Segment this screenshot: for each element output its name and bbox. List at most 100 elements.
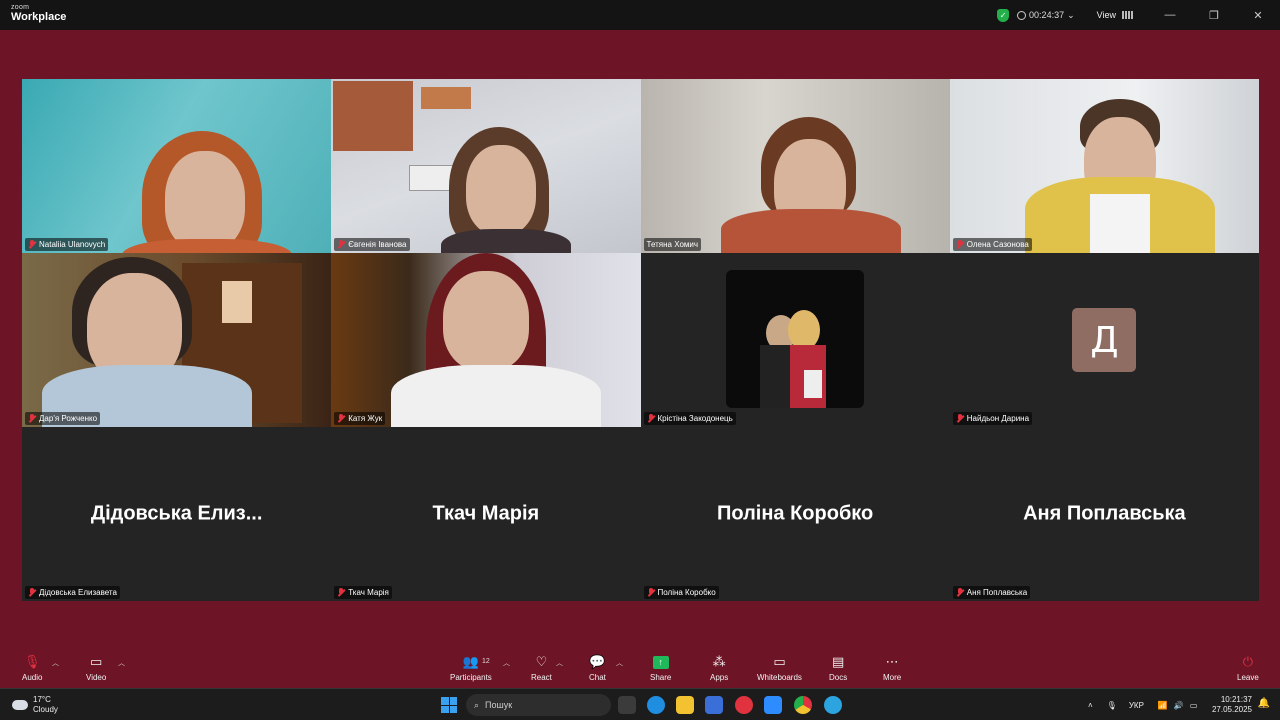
task-view-icon[interactable]: [618, 696, 636, 714]
microsoft-store-icon[interactable]: [705, 696, 723, 714]
video-gallery: Nataliia Ulanovych Євгенія Іванова Тетян…: [22, 79, 1259, 601]
search-placeholder: Пошук: [485, 700, 513, 710]
file-explorer-icon[interactable]: [676, 696, 694, 714]
participant-tile[interactable]: Поліна Коробко Поліна Коробко: [640, 427, 950, 601]
participant-name: Ткач Марія: [348, 588, 389, 597]
view-label: View: [1096, 10, 1116, 20]
muted-mic-icon: 🎙: [23, 654, 41, 669]
apps-label: Apps: [710, 673, 729, 682]
participant-tile[interactable]: Nataliia Ulanovych: [22, 79, 332, 253]
participant-display-name: Поліна Коробко: [716, 502, 874, 525]
participant-nameplate: Дідовська Елизавета: [25, 586, 120, 599]
logo-main-text: Workplace: [11, 11, 67, 23]
whiteboard-icon: ▭: [773, 654, 786, 669]
taskbar-clock[interactable]: 10:21:37 27.05.2025: [1212, 695, 1252, 715]
participant-tile[interactable]: Олена Сазонова: [949, 79, 1259, 253]
participant-nameplate: Nataliia Ulanovych: [25, 238, 109, 251]
muted-mic-icon: [28, 240, 36, 249]
react-button[interactable]: ♡ React: [531, 654, 552, 682]
windows-start-icon[interactable]: [441, 697, 457, 713]
participant-tile-active-speaker[interactable]: Тетяна Хомич: [640, 79, 950, 253]
audio-label: Audio: [22, 673, 43, 682]
chevron-up-icon[interactable]: ˄: [1088, 701, 1093, 710]
view-button[interactable]: View: [1097, 10, 1134, 20]
participant-name: Крістіна Закодонець: [657, 414, 733, 423]
notification-bell-icon[interactable]: 🔔: [1258, 698, 1270, 709]
avatar: Д: [1072, 308, 1137, 372]
participant-name: Найдьон Дарина: [966, 414, 1030, 423]
leave-icon: ⏻: [1242, 654, 1254, 669]
camera-feed: [22, 79, 332, 253]
participant-name: Аня Поплавська: [966, 588, 1028, 597]
docs-button[interactable]: ▤ Docs: [829, 654, 847, 682]
react-options-caret-icon[interactable]: ︿: [556, 658, 563, 668]
search-icon: ⌕: [474, 699, 480, 710]
camera-feed: [22, 253, 332, 427]
participant-nameplate: Дар'я Рожченко: [25, 412, 101, 425]
video-label: Video: [86, 673, 107, 682]
whiteboards-button[interactable]: ▭ Whiteboards: [757, 654, 802, 682]
participant-name: Поліна Коробко: [657, 588, 716, 597]
whiteboards-label: Whiteboards: [757, 673, 802, 682]
meeting-timer[interactable]: 00:24:37 ⌄: [1017, 10, 1075, 21]
profile-photo: [725, 270, 864, 408]
chrome-icon[interactable]: [794, 696, 812, 714]
participant-tile[interactable]: Дар'я Рожченко: [22, 253, 332, 427]
participant-nameplate: Найдьон Дарина: [952, 412, 1033, 425]
participant-nameplate: Євгенія Іванова: [334, 238, 410, 251]
cloud-icon: [12, 700, 28, 710]
muted-mic-icon: [28, 414, 36, 423]
volume-icon[interactable]: 🔊: [1174, 701, 1184, 710]
muted-mic-icon: [337, 240, 345, 249]
title-bar: zoom Workplace ✓ 00:24:37 ⌄ View — ❐ ✕: [0, 0, 1280, 30]
chat-options-caret-icon[interactable]: ︿: [616, 658, 623, 668]
weather-widget[interactable]: 17°C Cloudy: [12, 695, 58, 715]
participant-tile[interactable]: Д Найдьон Дарина: [949, 253, 1259, 427]
clock-time: 10:21:37: [1220, 695, 1252, 704]
muted-mic-icon: [956, 588, 964, 597]
microphone-tray-icon[interactable]: 🎙: [1107, 701, 1117, 710]
participant-tile[interactable]: Аня Поплавська Аня Поплавська: [949, 427, 1259, 601]
participant-name: Nataliia Ulanovych: [39, 240, 106, 249]
minimize-button[interactable]: —: [1148, 0, 1192, 30]
taskbar-search[interactable]: ⌕ Пошук: [466, 694, 611, 716]
share-screen-icon: ↑: [652, 655, 669, 669]
participant-tile[interactable]: Катя Жук: [331, 253, 641, 427]
telegram-icon[interactable]: [824, 696, 842, 714]
share-button[interactable]: ↑ Share: [650, 654, 671, 682]
apps-button[interactable]: ⁂ Apps: [710, 654, 728, 682]
language-indicator[interactable]: УКР: [1129, 701, 1144, 710]
battery-icon[interactable]: ▭: [1190, 701, 1198, 710]
leave-button[interactable]: ⏻ Leave: [1237, 654, 1259, 682]
video-options-caret-icon[interactable]: ︿: [118, 658, 125, 668]
heart-icon: ♡: [535, 654, 548, 669]
encryption-shield-icon[interactable]: ✓: [997, 8, 1010, 22]
participants-icon: 👥: [462, 654, 479, 669]
audio-button[interactable]: 🎙 Audio: [22, 654, 42, 682]
system-tray: ˄ 🎙 УКР 📶 🔊 ▭: [1088, 689, 1197, 720]
close-button[interactable]: ✕: [1236, 0, 1280, 30]
zoom-app-icon[interactable]: [764, 696, 782, 714]
react-label: React: [531, 673, 552, 682]
participant-tile[interactable]: Євгенія Іванова: [331, 79, 641, 253]
video-button[interactable]: ▭ Video: [86, 654, 106, 682]
participant-name: Катя Жук: [348, 414, 383, 423]
video-camera-icon: ▭: [90, 654, 103, 669]
participant-nameplate: Ткач Марія: [334, 586, 392, 599]
participant-tile[interactable]: Дідовська Елиз... Дідовська Елизавета: [22, 427, 332, 601]
wifi-icon[interactable]: 📶: [1158, 701, 1168, 710]
more-button[interactable]: ⋯ More: [883, 654, 901, 682]
muted-mic-icon: [337, 414, 345, 423]
audio-options-caret-icon[interactable]: ︿: [52, 658, 59, 668]
restore-button[interactable]: ❐: [1192, 0, 1236, 30]
edge-browser-icon[interactable]: [647, 696, 665, 714]
participant-name: Дідовська Елизавета: [39, 588, 117, 597]
participants-options-caret-icon[interactable]: ︿: [503, 658, 510, 668]
participant-nameplate: Поліна Коробко: [643, 586, 719, 599]
chat-button[interactable]: 💬 Chat: [589, 654, 606, 682]
more-dots-icon: ⋯: [885, 654, 899, 669]
media-player-icon[interactable]: [735, 696, 753, 714]
participant-display-name: Аня Поплавська: [1023, 502, 1186, 525]
participant-tile[interactable]: Крістіна Закодонець: [640, 253, 950, 427]
participant-tile[interactable]: Ткач Марія Ткач Марія: [331, 427, 641, 601]
